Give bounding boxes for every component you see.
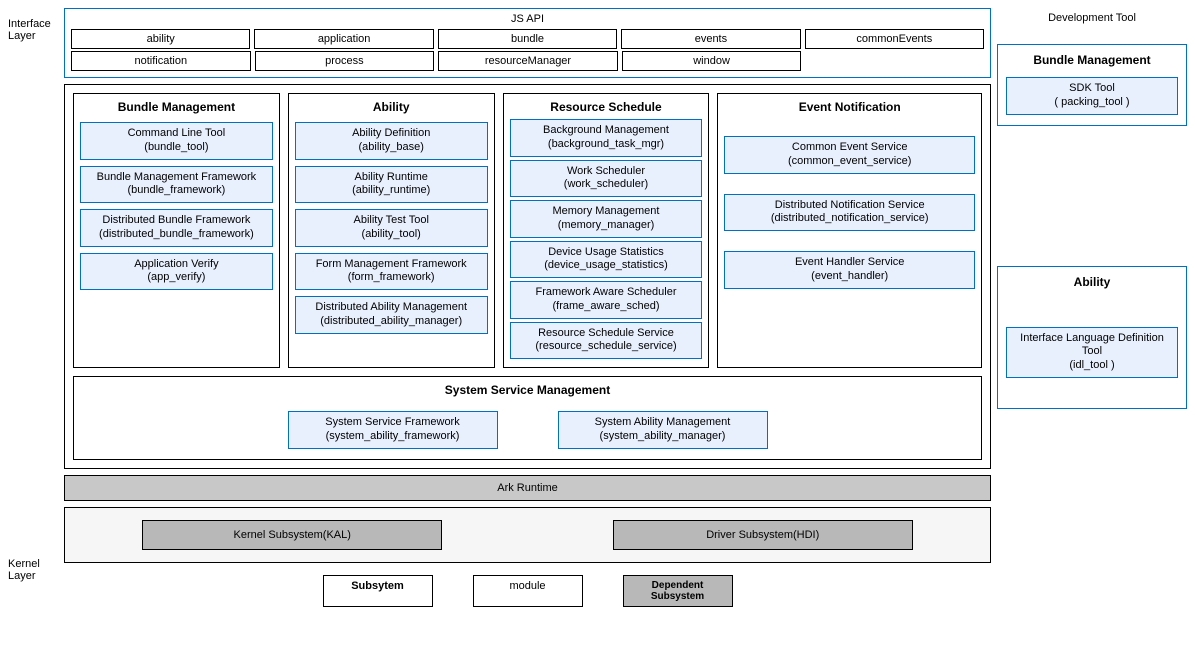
dev-bundle-management: Bundle Management SDK Tool( packing_tool…: [997, 44, 1187, 126]
module-background-task-mgr: Background Management(background_task_mg…: [510, 119, 703, 157]
jsapi-bundle: bundle: [438, 29, 617, 49]
dev-ability: Ability Interface Language Definition To…: [997, 266, 1187, 409]
module-bundle-tool: Command Line Tool(bundle_tool): [80, 122, 273, 160]
jsapi-events: events: [621, 29, 800, 49]
module-ability-runtime: Ability Runtime(ability_runtime): [295, 166, 488, 204]
subsys-resource-schedule: Resource Schedule Background Management(…: [503, 93, 710, 368]
module-distributed-bundle-framework: Distributed Bundle Framework(distributed…: [80, 209, 273, 247]
legend-subsystem: Subsytem: [323, 575, 433, 607]
layer-labels: Interface Layer Kernel Layer: [8, 8, 58, 607]
module-system-ability-framework: System Service Framework(system_ability_…: [288, 411, 498, 449]
module-packing-tool: SDK Tool( packing_tool ): [1006, 77, 1178, 115]
kernel-layer-box: Kernel Subsystem(KAL) Driver Subsystem(H…: [64, 507, 991, 563]
subsys-bundle-management: Bundle Management Command Line Tool(bund…: [73, 93, 280, 368]
jsapi-resourcemanager: resourceManager: [438, 51, 618, 71]
jsapi-application: application: [254, 29, 433, 49]
subsys-title: System Service Management: [82, 383, 973, 411]
kernel-subsystem-kal: Kernel Subsystem(KAL): [142, 520, 442, 550]
subsys-title: Bundle Management: [1033, 51, 1150, 69]
jsapi-notification: notification: [71, 51, 251, 71]
jsapi-window: window: [622, 51, 802, 71]
module-idl-tool: Interface Language Definition Tool(idl_t…: [1006, 327, 1178, 378]
driver-subsystem-hdi: Driver Subsystem(HDI): [613, 520, 913, 550]
module-ability-base: Ability Definition(ability_base): [295, 122, 488, 160]
subsys-title: Ability: [373, 98, 410, 116]
label-interface-layer: Interface Layer: [8, 8, 58, 68]
module-event-handler: Event Handler Service(event_handler): [724, 251, 975, 289]
ark-runtime: Ark Runtime: [64, 475, 991, 501]
jsapi-process: process: [255, 51, 435, 71]
jsapi-commonevents: commonEvents: [805, 29, 984, 49]
module-system-ability-manager: System Ability Management(system_ability…: [558, 411, 768, 449]
module-bundle-framework: Bundle Management Framework(bundle_frame…: [80, 166, 273, 204]
legend: Subsytem module Dependent Subsystem: [64, 575, 991, 607]
subsys-system-service-management: System Service Management System Service…: [73, 376, 982, 460]
module-common-event-service: Common Event Service(common_event_servic…: [724, 136, 975, 174]
jsapi-title: JS API: [71, 13, 984, 27]
subsys-title: Ability: [1074, 273, 1111, 291]
jsapi-box: JS API ability application bundle events…: [64, 8, 991, 78]
module-device-usage-statistics: Device Usage Statistics(device_usage_sta…: [510, 241, 703, 279]
module-ability-tool: Ability Test Tool(ability_tool): [295, 209, 488, 247]
subsys-event-notification: Event Notification Common Event Service(…: [717, 93, 982, 368]
module-memory-manager: Memory Management(memory_manager): [510, 200, 703, 238]
architecture-box: Bundle Management Command Line Tool(bund…: [64, 84, 991, 469]
module-frame-aware-sched: Framework Aware Scheduler(frame_aware_sc…: [510, 281, 703, 319]
legend-module: module: [473, 575, 583, 607]
subsys-title: Bundle Management: [118, 98, 235, 116]
module-distributed-notification-service: Distributed Notification Service(distrib…: [724, 194, 975, 232]
label-kernel-layer: Kernel Layer: [8, 558, 58, 582]
module-app-verify: Application Verify(app_verify): [80, 253, 273, 291]
module-resource-schedule-service: Resource Schedule Service(resource_sched…: [510, 322, 703, 360]
subsys-ability: Ability Ability Definition(ability_base)…: [288, 93, 495, 368]
dev-tool-title: Development Tool: [997, 8, 1187, 24]
subsys-title: Resource Schedule: [550, 98, 661, 116]
jsapi-ability: ability: [71, 29, 250, 49]
module-work-scheduler: Work Scheduler(work_scheduler): [510, 160, 703, 198]
module-distributed-ability-manager: Distributed Ability Management(distribut…: [295, 296, 488, 334]
legend-dependent-subsystem: Dependent Subsystem: [623, 575, 733, 607]
module-form-framework: Form Management Framework(form_framework…: [295, 253, 488, 291]
subsys-title: Event Notification: [799, 98, 901, 116]
